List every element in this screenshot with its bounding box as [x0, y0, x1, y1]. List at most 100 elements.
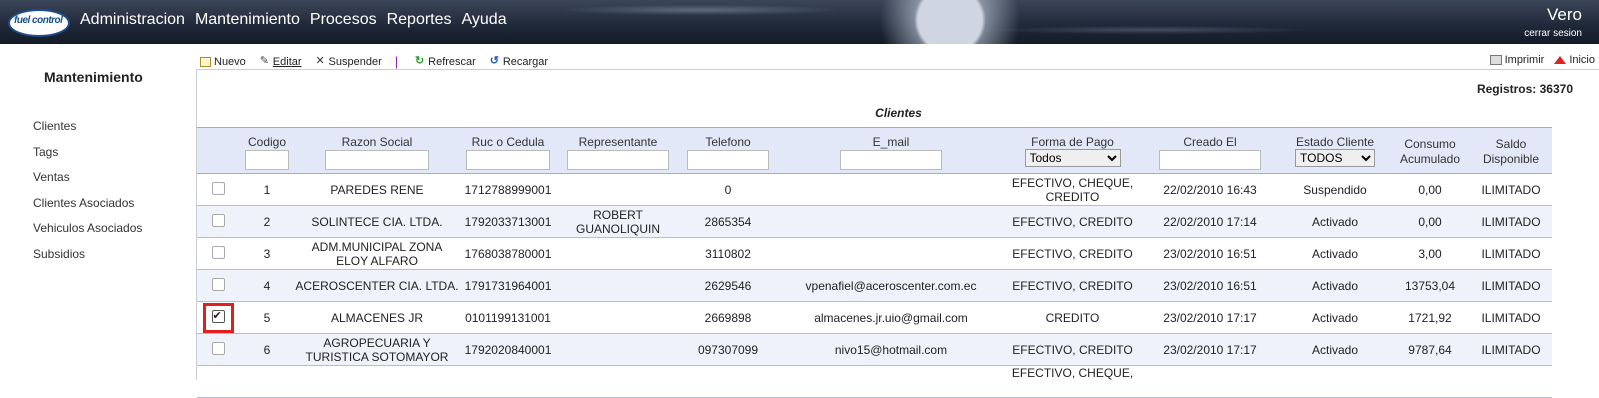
cell-rep [557, 237, 679, 270]
edit-icon: ✎ [259, 55, 269, 67]
sidebar-item-clientes[interactable]: Clientes [33, 119, 142, 145]
new-document-icon [200, 56, 211, 67]
row-select-cell [197, 365, 239, 398]
cell-email: almacenes.jr.uio@gmail.com [777, 301, 1005, 334]
table-row[interactable]: 1 PAREDES RENE 1712788999001 0 EFECTIVO, CHE… [197, 173, 1552, 206]
table-row[interactable]: 3 ADM.MUNICIPAL ZONA ELOY ALFARO 176803878… [197, 237, 1552, 270]
editar-button[interactable]: ✎ Editar [259, 56, 302, 68]
inicio-button[interactable]: Inicio [1554, 54, 1595, 66]
cell-pago: EFECTIVO, CREDITO [1005, 237, 1140, 270]
cell-estado: Activado [1280, 269, 1390, 302]
cell-estado: Suspendido [1280, 173, 1390, 206]
clientes-table: Codigo Razon Social Ruc o Cedula Represe… [197, 127, 1552, 398]
row-checkbox[interactable] [211, 277, 225, 291]
row-checkbox[interactable] [211, 309, 225, 323]
filter-creado[interactable] [1159, 150, 1261, 170]
recargar-button[interactable]: ↺ Recargar [489, 56, 548, 68]
header-telefono-label: Telefono [705, 135, 751, 149]
filter-email[interactable] [840, 150, 942, 170]
filter-estado-select[interactable]: TODOS [1295, 149, 1375, 167]
header-saldo: Saldo Disponible [1470, 127, 1552, 174]
cell-consumo [1390, 365, 1470, 398]
sidebar-title: Mantenimiento [44, 69, 143, 85]
fuel-control-logo[interactable]: fuel control [8, 9, 70, 37]
cell-consumo: 13753,04 [1390, 269, 1470, 302]
cell-razon [295, 365, 459, 398]
sidebar-item-vehiculos-asociados[interactable]: Vehiculos Asociados [33, 221, 142, 247]
filter-representante[interactable] [567, 150, 669, 170]
row-checkbox[interactable] [211, 181, 225, 195]
filter-razon-social[interactable] [325, 150, 429, 170]
cell-tel: 2629546 [679, 269, 777, 302]
menu-reportes[interactable]: Reportes [387, 11, 452, 29]
close-icon: ✕ [315, 55, 325, 67]
cell-estado: Activado [1280, 333, 1390, 366]
cell-creado: 22/02/2010 16:43 [1140, 173, 1280, 206]
suspender-button[interactable]: ✕ Suspender [315, 55, 381, 68]
selected-highlight [202, 302, 234, 333]
cell-tel: 2669898 [679, 301, 777, 334]
record-count: Registros: 36370 [1476, 82, 1573, 96]
cell-rep [557, 269, 679, 302]
table-row[interactable]: 2 SOLINTECE CIA. LTDA. 1792033713001 ROBERT… [197, 205, 1552, 238]
refrescar-label: Refrescar [428, 55, 476, 68]
cell-saldo: ILIMITADO [1470, 237, 1552, 270]
menu-ayuda[interactable]: Ayuda [462, 11, 507, 29]
table-row[interactable]: 4 ACEROSCENTER CIA. LTDA. 1791731964001 262… [197, 269, 1552, 302]
table-body: 1 PAREDES RENE 1712788999001 0 EFECTIVO, CHE… [197, 173, 1552, 398]
table-row[interactable]: EFECTIVO, CHEQUE, [197, 365, 1552, 398]
logout-link[interactable]: cerrar sesion [1524, 28, 1582, 39]
sidebar-item-tags[interactable]: Tags [33, 145, 142, 171]
cell-saldo: ILIMITADO [1470, 205, 1552, 238]
nuevo-button[interactable]: Nuevo [200, 56, 246, 68]
cell-rep [557, 365, 679, 398]
table-row[interactable]: 5ALMACENES JR0101199131001 2669898almacen… [197, 301, 1552, 334]
sidebar-item-ventas[interactable]: Ventas [33, 170, 142, 196]
logo-text: fuel control [14, 15, 63, 26]
cell-rep [557, 173, 679, 206]
row-checkbox[interactable] [211, 245, 225, 259]
row-checkbox[interactable] [211, 341, 225, 355]
sidebar-item-subsidios[interactable]: Subsidios [33, 247, 142, 273]
refrescar-button[interactable]: ↻ Refrescar [414, 56, 476, 68]
header-consumo-label: Consumo Acumulado [1399, 137, 1461, 166]
cell-codigo: 4 [239, 269, 295, 302]
header-saldo-label: Saldo Disponible [1482, 137, 1540, 166]
home-icon [1554, 56, 1567, 64]
cell-saldo: ILIMITADO [1470, 173, 1552, 206]
header-representante-label: Representante [578, 135, 658, 149]
header-codigo: Codigo [239, 127, 295, 174]
cell-estado: Activado [1280, 205, 1390, 238]
header-creado: Creado El [1140, 127, 1280, 174]
header-estado-label: Estado Cliente [1295, 135, 1375, 149]
filter-forma-pago-select[interactable]: Todos [1024, 149, 1121, 167]
cell-rep: ROBERT GUANOLIQUIN [557, 205, 679, 238]
toolbar: Nuevo ✎ Editar ✕ Suspender | ↻ Refrescar… [200, 54, 561, 69]
cell-codigo: 2 [239, 205, 295, 238]
cell-pago: EFECTIVO, CREDITO [1005, 205, 1140, 238]
menu-procesos[interactable]: Procesos [310, 11, 377, 29]
printer-icon [1489, 55, 1502, 65]
cell-consumo: 1721,92 [1390, 301, 1470, 334]
top-right-actions: Imprimir Inicio [1480, 54, 1595, 66]
header-razon-social: Razon Social [295, 127, 459, 174]
table-title: Clientes [875, 106, 922, 120]
cell-ruc: 1792033713001 [459, 205, 557, 238]
imprimir-label: Imprimir [1504, 54, 1545, 66]
filter-codigo[interactable] [245, 150, 289, 170]
row-select-cell [197, 205, 239, 238]
filter-ruc[interactable] [466, 150, 550, 170]
menu-mantenimiento[interactable]: Mantenimiento [195, 11, 300, 29]
menu-administracion[interactable]: Administracion [80, 11, 185, 29]
imprimir-button[interactable]: Imprimir [1489, 54, 1545, 66]
cell-saldo: ILIMITADO [1470, 301, 1552, 334]
header-ruc-label: Ruc o Cedula [471, 135, 545, 149]
row-checkbox[interactable] [211, 213, 225, 227]
filter-telefono[interactable] [687, 150, 769, 170]
sidebar-item-clientes-asociados[interactable]: Clientes Asociados [33, 196, 142, 222]
cell-email [777, 205, 1005, 238]
sidebar-nav: Clientes Tags Ventas Clientes Asociados … [33, 119, 142, 272]
cell-codigo: 6 [239, 333, 295, 366]
table-row[interactable]: 6 AGROPECUARIA Y TURISTICA SOTOMAYOR 17920… [197, 333, 1552, 366]
cell-email [777, 173, 1005, 206]
